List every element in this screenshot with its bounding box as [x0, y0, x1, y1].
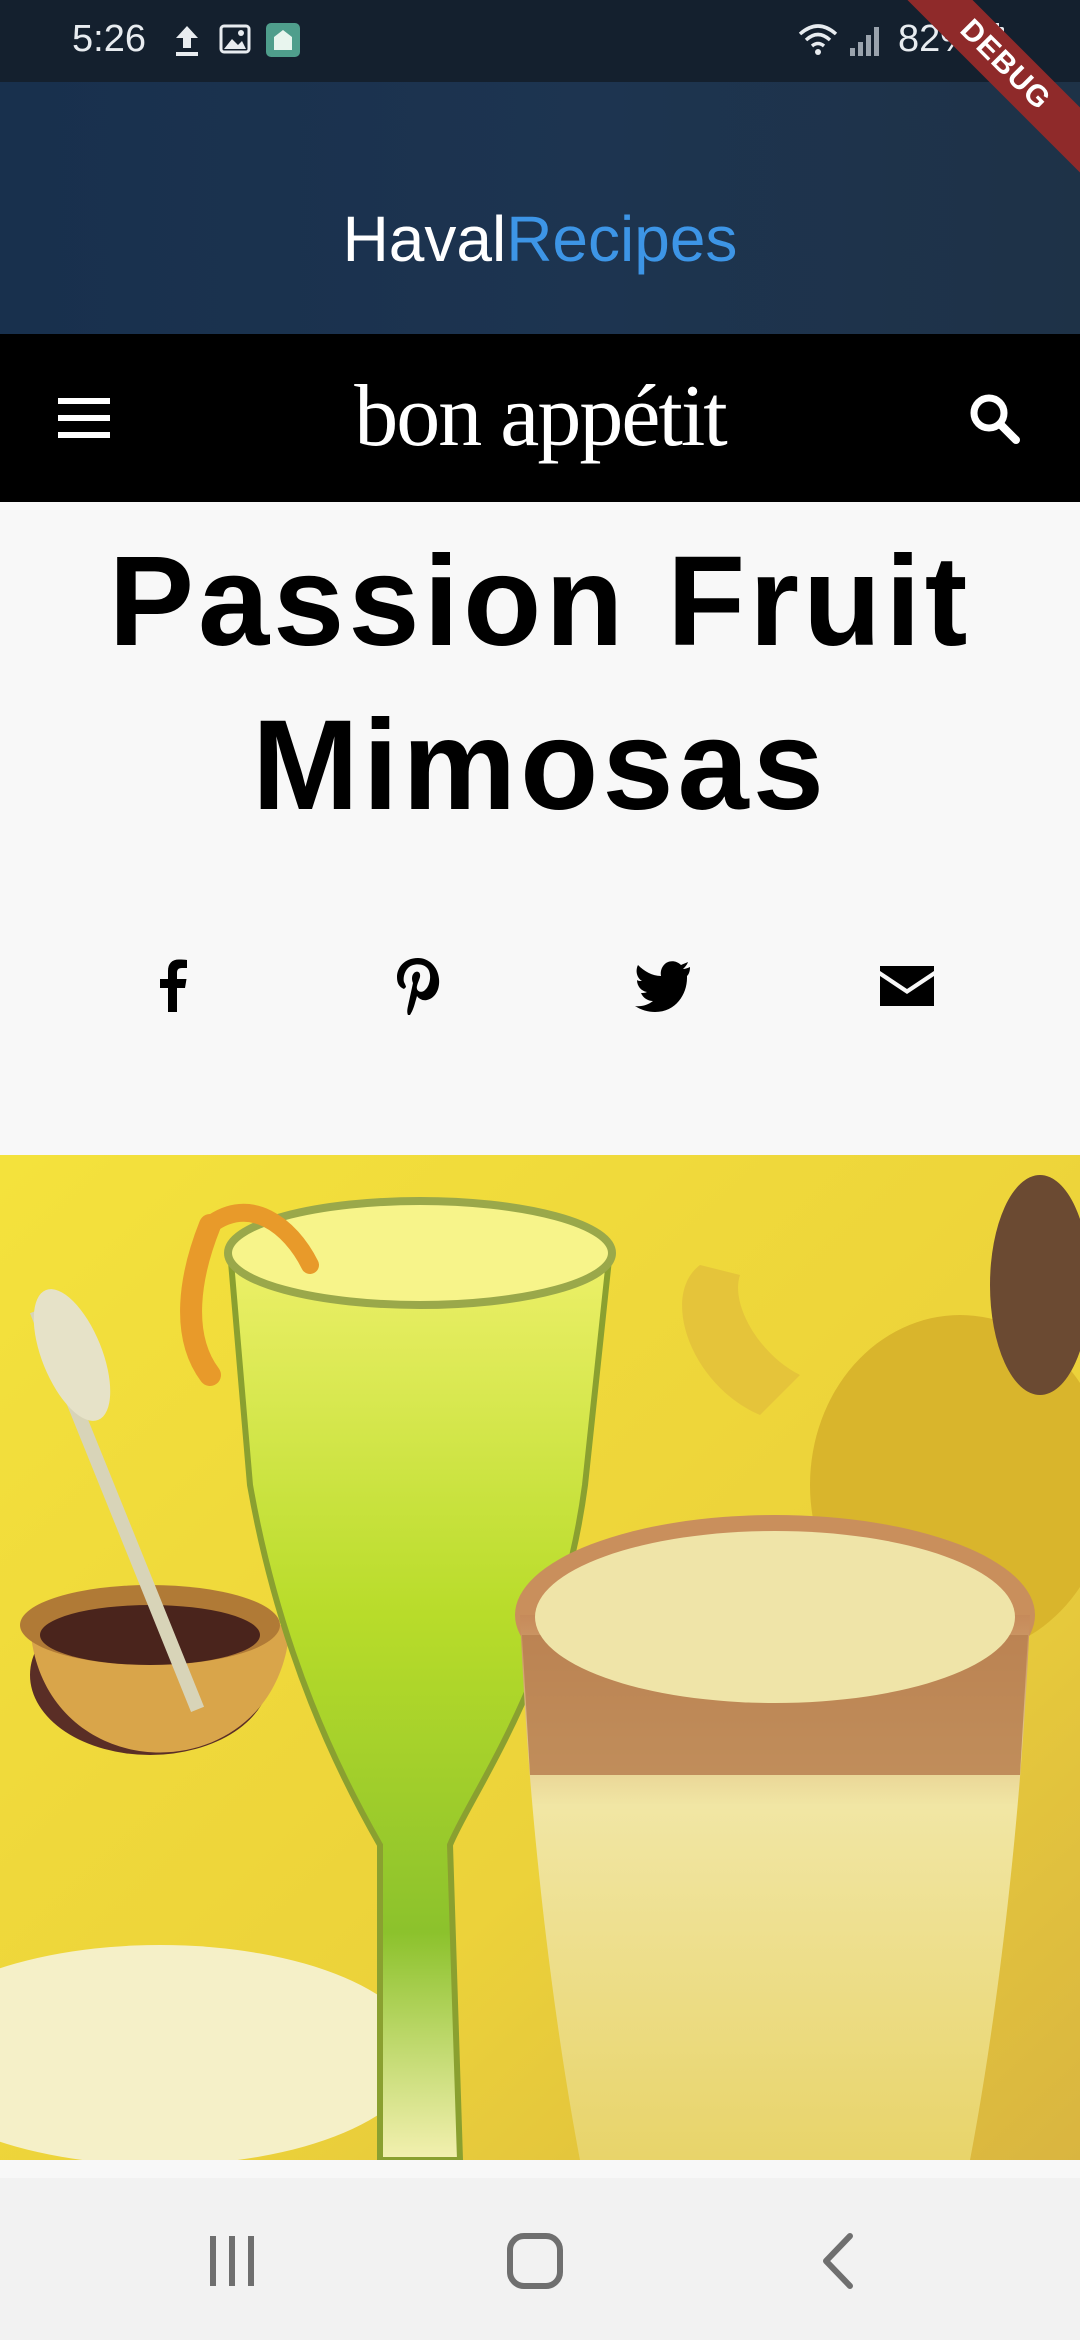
status-time: 5:26 — [72, 18, 146, 60]
app-title: HavalRecipes — [0, 202, 1080, 276]
back-icon[interactable] — [820, 2232, 856, 2290]
facebook-icon[interactable] — [138, 950, 208, 1020]
recipe-photo-illustration — [0, 1155, 1080, 2160]
status-bar: 5:26 82% — [0, 0, 1080, 82]
recent-apps-icon[interactable] — [206, 2234, 258, 2288]
twitter-icon[interactable] — [628, 950, 698, 1020]
email-icon[interactable] — [872, 950, 942, 1020]
nav-bar: bon appétit — [0, 334, 1080, 502]
app-title-part2: Recipes — [506, 203, 738, 275]
share-row — [0, 950, 1080, 1020]
pinterest-icon[interactable] — [382, 950, 452, 1020]
upload-icon — [176, 26, 198, 56]
wifi-icon — [798, 24, 838, 55]
recipe-title: Passion Fruit Mimosas — [60, 520, 1020, 848]
image-icon — [219, 24, 251, 54]
recipe-photo — [0, 1155, 1080, 2160]
brand-logo: bon appétit — [354, 368, 727, 465]
signal-icon — [850, 27, 879, 56]
home-icon[interactable] — [506, 2232, 564, 2290]
system-nav-bar — [0, 2178, 1080, 2340]
recipe-title-line2: Mimosas — [252, 694, 828, 837]
search-icon[interactable] — [964, 388, 1024, 448]
recipe-title-line1: Passion Fruit — [108, 530, 972, 673]
app-header: HavalRecipes — [0, 82, 1080, 334]
app-notification-icon — [266, 23, 300, 57]
app-title-part1: Haval — [342, 203, 507, 275]
